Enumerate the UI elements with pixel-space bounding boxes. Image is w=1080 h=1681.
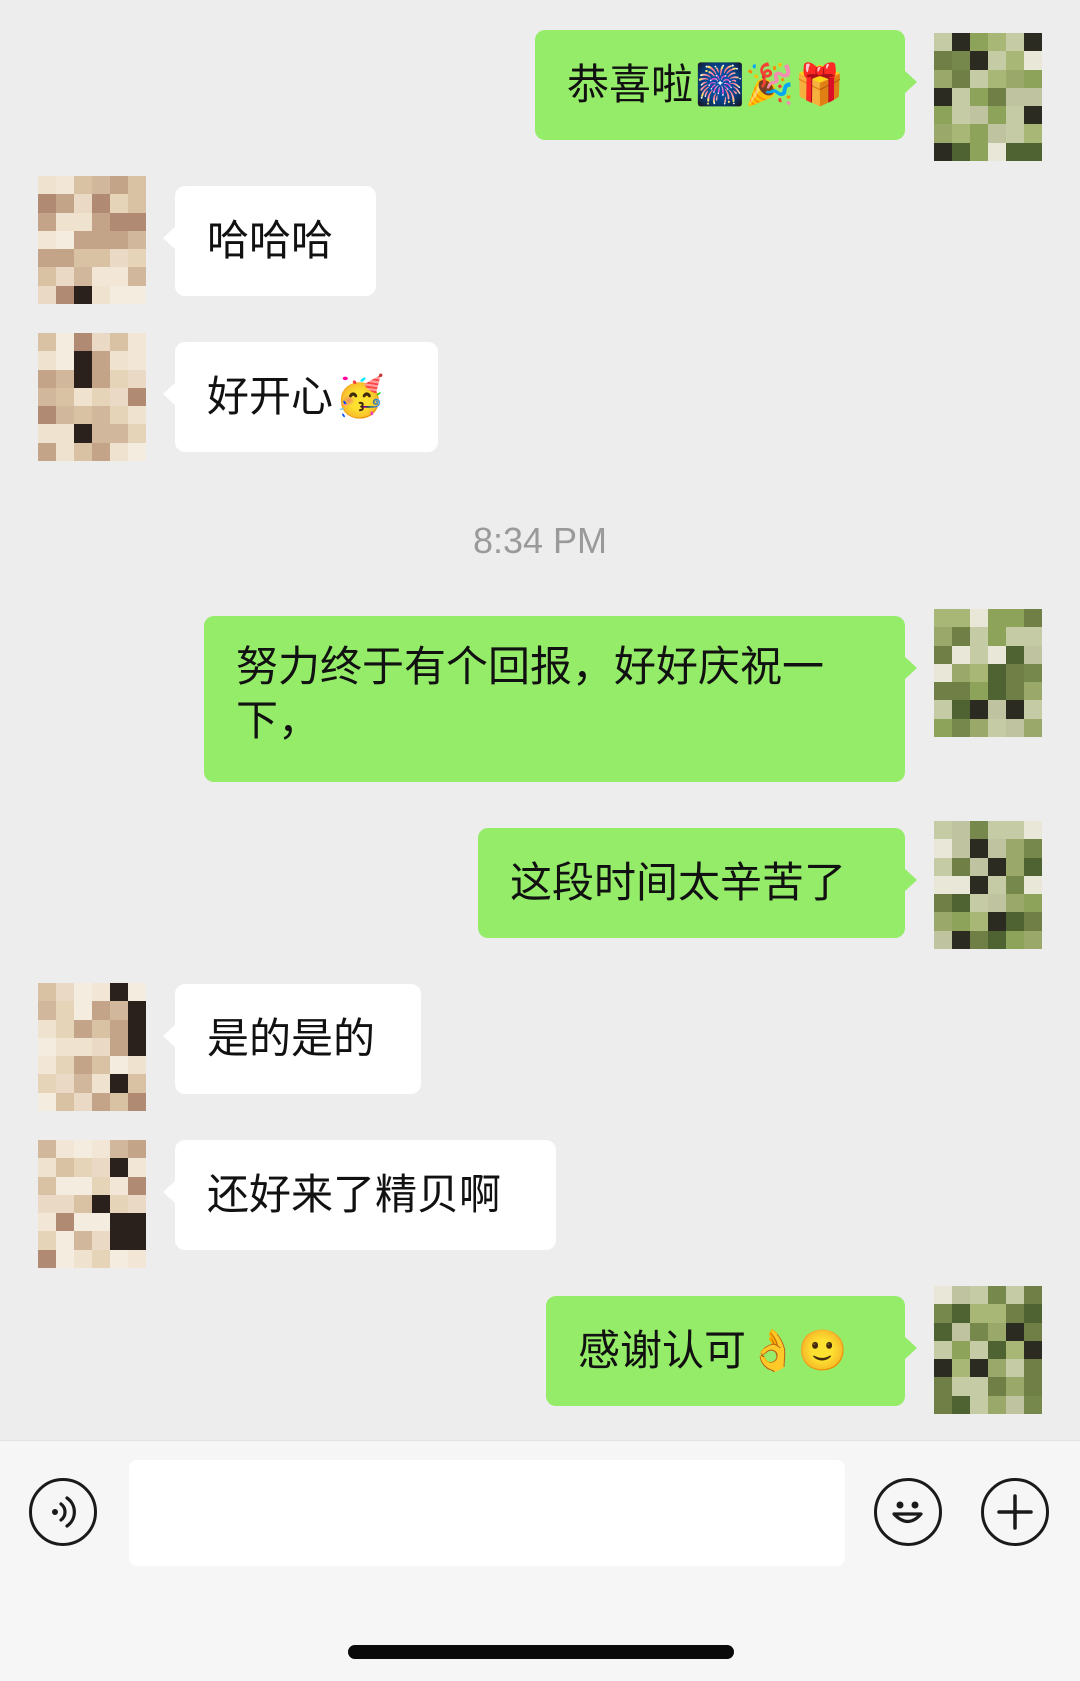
party-face-emoji: 🥳 bbox=[335, 374, 385, 420]
chat-timestamp: 8:34 PM bbox=[472, 520, 608, 561]
my-avatar[interactable] bbox=[934, 821, 1042, 949]
message-bubble-incoming[interactable]: 是的是的 bbox=[163, 984, 421, 1094]
message-text: 努力终于有个回报，好好庆祝一下， bbox=[236, 642, 825, 745]
message-bubble-outgoing[interactable]: 努力终于有个回报，好好庆祝一下， bbox=[204, 616, 917, 782]
message-input[interactable] bbox=[129, 1460, 845, 1566]
my-avatar[interactable] bbox=[934, 33, 1042, 161]
emoji-face-icon bbox=[892, 1501, 923, 1524]
plus-icon bbox=[997, 1494, 1033, 1530]
celebration-emoji: 🎆🎉🎁 bbox=[695, 62, 845, 108]
chat-area: 恭喜啦 🎆🎉🎁 哈哈哈 好开心 🥳 8:34 PM 努力终于有个回报，好好庆祝一… bbox=[0, 0, 1080, 1440]
contact-avatar[interactable] bbox=[38, 333, 146, 461]
voice-button[interactable] bbox=[29, 1478, 97, 1546]
my-avatar[interactable] bbox=[934, 1286, 1042, 1414]
message-bubble-outgoing[interactable]: 感谢认可 👌🙂 bbox=[546, 1296, 917, 1406]
message-text: 这段时间太辛苦了 bbox=[510, 858, 847, 907]
gesture-emoji: 👌🙂 bbox=[748, 1328, 848, 1374]
message-text: 好开心 bbox=[207, 372, 334, 421]
message-bubble-outgoing[interactable]: 恭喜啦 🎆🎉🎁 bbox=[535, 30, 917, 140]
message-bubble-incoming[interactable]: 哈哈哈 bbox=[163, 186, 376, 296]
my-avatar[interactable] bbox=[934, 609, 1042, 737]
contact-avatar[interactable] bbox=[38, 1140, 146, 1268]
message-bubble-incoming[interactable]: 好开心 🥳 bbox=[163, 342, 438, 452]
message-text: 哈哈哈 bbox=[207, 216, 334, 265]
message-bubble-incoming[interactable]: 还好来了精贝啊 bbox=[163, 1140, 556, 1250]
contact-avatar[interactable] bbox=[38, 176, 146, 304]
voice-icon bbox=[52, 1496, 76, 1528]
emoji-button[interactable] bbox=[874, 1478, 942, 1546]
message-text: 是的是的 bbox=[207, 1014, 376, 1063]
message-text: 感谢认可 bbox=[578, 1326, 747, 1375]
message-bubble-outgoing[interactable]: 这段时间太辛苦了 bbox=[478, 828, 917, 938]
home-indicator bbox=[348, 1645, 734, 1659]
message-text: 还好来了精贝啊 bbox=[207, 1170, 502, 1219]
more-button[interactable] bbox=[981, 1478, 1049, 1546]
message-text: 恭喜啦 bbox=[567, 60, 694, 109]
contact-avatar[interactable] bbox=[38, 983, 146, 1111]
